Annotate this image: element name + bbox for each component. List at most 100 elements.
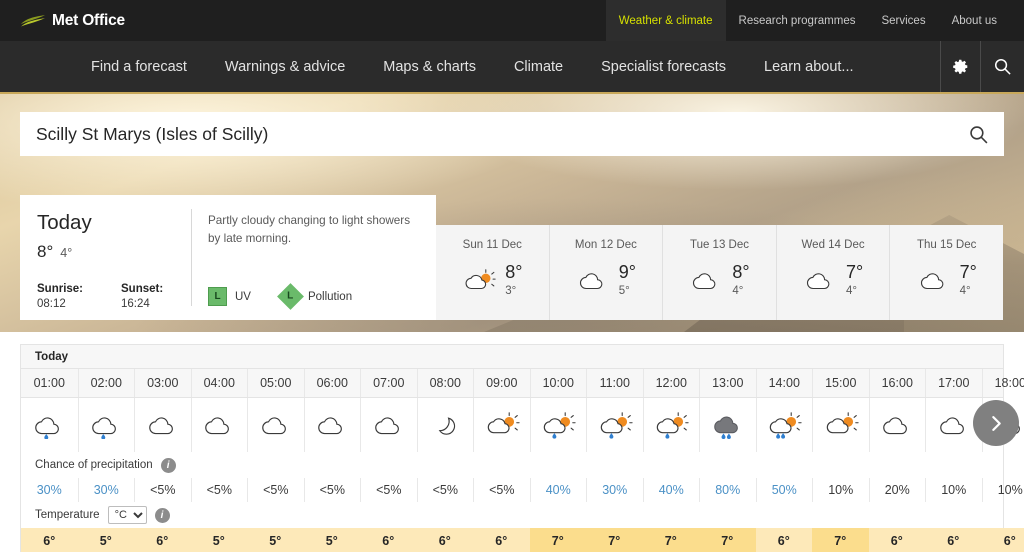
utility-nav-services[interactable]: Services xyxy=(868,0,938,41)
nav-item-climate[interactable]: Climate xyxy=(495,41,582,92)
hour-precipitation: <5% xyxy=(247,478,304,502)
hour-time: 04:00 xyxy=(190,369,248,397)
hour-temperature: 6° xyxy=(868,528,925,552)
sunset-block: Sunset: 16:24 xyxy=(121,283,163,310)
hour-temperature: 6° xyxy=(360,528,417,552)
hour-weather-icon-cell xyxy=(303,398,361,452)
hour-time: 15:00 xyxy=(812,369,869,397)
info-icon[interactable]: i xyxy=(160,457,176,473)
hour-precipitation: 10% xyxy=(981,478,1024,502)
hour-precipitation: <5% xyxy=(134,478,191,502)
hour-temperature: 5° xyxy=(77,528,134,552)
sunrise-label: Sunrise: xyxy=(37,282,84,295)
nav-item-find-a-forecast[interactable]: Find a forecast xyxy=(72,41,206,92)
hourly-time-row: 01:00 02:00 03:00 04:00 05:00 06:00 07:00 08:00… xyxy=(21,368,1024,398)
utility-nav-about-us[interactable]: About us xyxy=(939,0,1010,41)
met-office-logo[interactable]: Met Office xyxy=(0,0,125,41)
hour-temperature: 6° xyxy=(134,528,191,552)
day-card-thu-15-dec[interactable]: Thu 15 Dec 7° 4° xyxy=(889,225,1003,320)
pollution-level-value: L xyxy=(287,291,294,303)
day-card-sun-11-dec[interactable]: Sun 11 Dec 8° 3° xyxy=(436,225,549,320)
nav-item-specialist-forecasts[interactable]: Specialist forecasts xyxy=(582,41,745,92)
uv-index-badge[interactable]: L UV xyxy=(208,287,251,307)
hour-weather-icon-cell xyxy=(755,398,813,452)
day-name: Sun 11 Dec xyxy=(462,239,522,251)
day-name: Thu 15 Dec xyxy=(916,239,977,251)
hour-time: 06:00 xyxy=(303,369,361,397)
uv-level-icon: L xyxy=(208,287,227,307)
nav-item-maps-charts[interactable]: Maps & charts xyxy=(364,41,495,92)
search-submit-button[interactable] xyxy=(952,112,1004,156)
uv-label: UV xyxy=(235,290,251,303)
hour-precipitation: 30% xyxy=(586,478,643,502)
pollution-index-badge[interactable]: L Pollution xyxy=(277,283,353,311)
hour-time: 05:00 xyxy=(247,369,304,397)
day-name: Tue 13 Dec xyxy=(689,239,749,251)
day-body: 8° 3° xyxy=(462,263,522,297)
day-min-temp: 4° xyxy=(732,285,744,297)
day-body: 8° 4° xyxy=(689,262,750,297)
sun-cloud-rain-icon xyxy=(657,412,689,439)
brand-text: Met Office xyxy=(52,11,125,29)
settings-button[interactable] xyxy=(940,41,980,92)
nav-search-button[interactable] xyxy=(980,41,1024,92)
hour-time: 13:00 xyxy=(699,369,756,397)
info-icon[interactable]: i xyxy=(154,507,170,523)
sun-cloud-rain-icon xyxy=(600,412,633,439)
today-max-temp: 8° xyxy=(37,241,54,261)
day-max-temp: 9° xyxy=(618,262,636,282)
hourly-precipitation-row: 30% 30% <5% <5% <5% <5% <5% <5% <5% 40% 30% 40% 80% 5… xyxy=(21,478,1023,502)
sunset-value: 16:24 xyxy=(121,297,150,310)
cloud-icon xyxy=(318,417,343,435)
hour-temperature: 7° xyxy=(529,528,586,552)
hour-precipitation: <5% xyxy=(190,478,248,502)
hour-temperature: 5° xyxy=(247,528,304,552)
search-input[interactable] xyxy=(20,112,952,156)
utility-nav: Weather & climate Research programmes Se… xyxy=(605,0,1024,41)
hour-precipitation: <5% xyxy=(360,478,417,502)
hour-temperature: 6° xyxy=(473,528,530,552)
hour-weather-icon-cell xyxy=(416,398,474,452)
day-card-mon-12-dec[interactable]: Mon 12 Dec 9° 5° xyxy=(548,225,663,320)
today-card-right: Partly cloudy changing to light showers … xyxy=(192,195,436,320)
hour-weather-icon-cell xyxy=(247,398,304,452)
sun-cloud-icon xyxy=(826,412,859,434)
pollution-label: Pollution xyxy=(307,290,353,303)
gear-icon xyxy=(953,59,968,74)
cloud-icon xyxy=(920,273,943,290)
hour-precipitation: 10% xyxy=(925,478,982,502)
nav-item-learn-about[interactable]: Learn about... xyxy=(745,41,873,92)
hour-time: 16:00 xyxy=(868,369,926,397)
hour-time: 12:00 xyxy=(642,369,700,397)
cloud-icon xyxy=(939,417,964,435)
sun-cloud-rain-icon xyxy=(544,412,576,439)
search-icon xyxy=(969,125,987,143)
hour-time: 07:00 xyxy=(360,369,417,397)
next-hours-button[interactable] xyxy=(973,400,1019,446)
precipitation-label-row: Chance of precipitation i xyxy=(21,452,1003,478)
utility-nav-weather-climate[interactable]: Weather & climate xyxy=(605,0,726,41)
hourly-day-label: Today xyxy=(21,345,1003,368)
day-card-tue-13-dec[interactable]: Tue 13 Dec 8° 4° xyxy=(662,225,776,320)
day-min-temp: 4° xyxy=(845,285,857,297)
utility-nav-research-programmes[interactable]: Research programmes xyxy=(726,0,869,41)
day-min-temp: 5° xyxy=(618,285,630,297)
hour-weather-icon-cell xyxy=(868,398,926,452)
hour-time: 01:00 xyxy=(33,376,65,390)
hour-temperature: 5° xyxy=(190,528,247,552)
hour-time: 08:00 xyxy=(416,369,474,397)
sun-times: Sunrise: 08:12 Sunset: 16:24 xyxy=(37,283,192,310)
hour-weather-icon-cell xyxy=(529,398,587,452)
hourly-icon-row xyxy=(21,398,1021,452)
hour-temperature: 7° xyxy=(812,528,869,552)
sunrise-block: Sunrise: 08:12 xyxy=(37,283,83,310)
cloud-icon xyxy=(693,273,716,290)
day-max-temp: 8° xyxy=(732,262,750,282)
today-card-left: Today 8° 4° Sunrise: 08:12 Sunset: 16:24 xyxy=(20,195,192,320)
nav-item-warnings-advice[interactable]: Warnings & advice xyxy=(206,41,364,92)
day-name: Wed 14 Dec xyxy=(801,239,865,251)
day-min-temp: 3° xyxy=(505,285,517,297)
day-card-wed-14-dec[interactable]: Wed 14 Dec 7° 4° xyxy=(775,225,890,320)
temperature-unit-select[interactable]: °C°F xyxy=(107,506,147,524)
hour-time: 10:00 xyxy=(529,369,587,397)
